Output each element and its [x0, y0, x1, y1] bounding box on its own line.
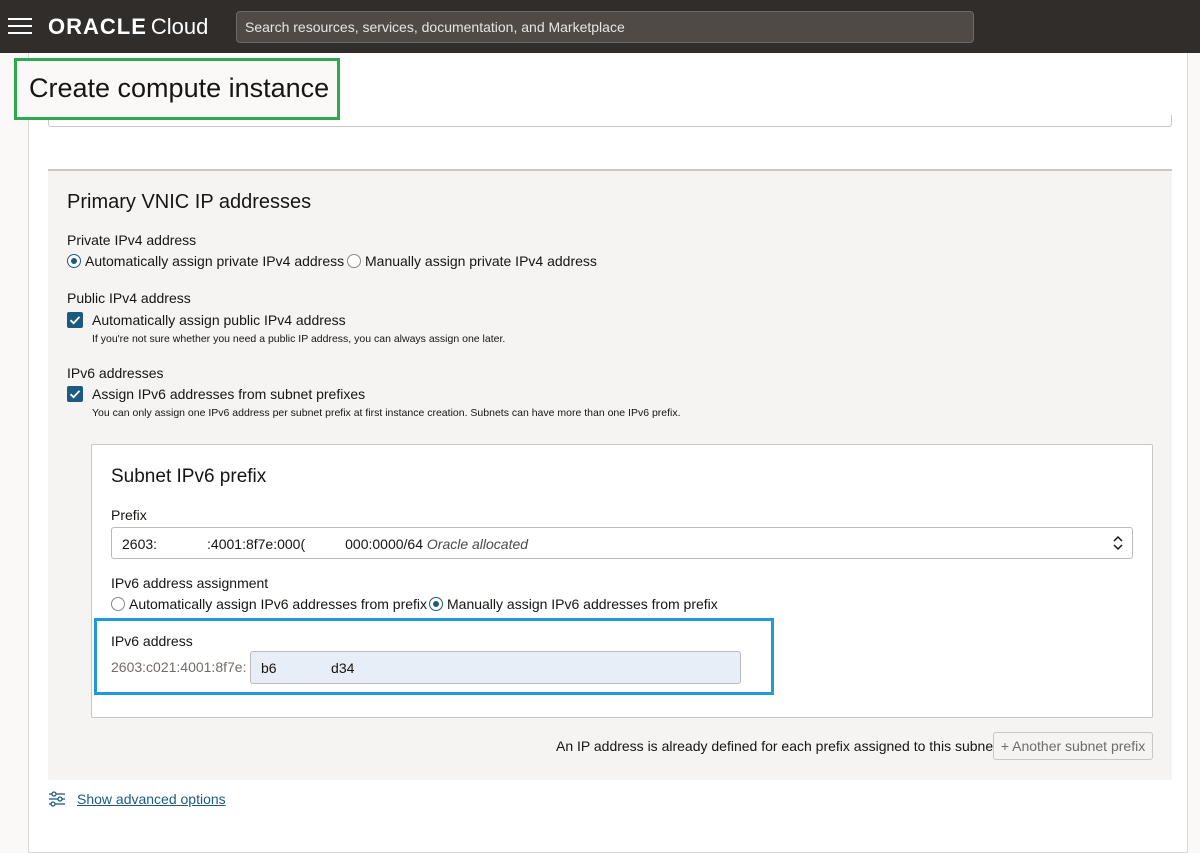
- ipv6-address-label: IPv6 address: [111, 633, 193, 649]
- brand-oracle-text: ORACLE: [48, 14, 147, 39]
- page-title: Create compute instance: [29, 73, 330, 103]
- private-ipv4-label: Private IPv4 address: [67, 232, 197, 248]
- ipv6-checkbox[interactable]: [67, 386, 83, 402]
- subnet-heading: Subnet IPv6 prefix: [111, 466, 267, 487]
- oracle-cloud-logo[interactable]: ORACLE Cloud: [48, 14, 208, 40]
- ipv6-address-input[interactable]: [250, 651, 741, 684]
- private-ipv4-auto-radio[interactable]: [67, 254, 81, 268]
- another-subnet-prefix-button[interactable]: + Another subnet prefix: [993, 732, 1153, 760]
- public-ipv4-label: Public IPv4 address: [67, 290, 191, 306]
- public-ipv4-checkbox[interactable]: [67, 312, 83, 328]
- checkmark-icon: [69, 316, 81, 325]
- ipv6-assignment-label: IPv6 address assignment: [111, 575, 269, 591]
- vnic-heading: Primary VNIC IP addresses: [67, 191, 312, 213]
- prefix-value: 2603: :4001:8f7e:000( 000:0000/64 Oracle a…: [122, 536, 528, 552]
- prefix-part-3: 000:0000/64: [345, 536, 423, 552]
- ipv6-assign-manual-label[interactable]: Manually assign IPv6 addresses from pref…: [447, 596, 718, 612]
- ipv6-help: You can only assign one IPv6 address per…: [92, 407, 681, 419]
- sliders-icon[interactable]: [48, 790, 66, 808]
- subnet-prefix-info: An IP address is already defined for eac…: [556, 738, 1001, 754]
- show-advanced-options-link[interactable]: Show advanced options: [77, 791, 226, 807]
- checkmark-icon: [69, 390, 81, 399]
- brand-cloud-text: Cloud: [150, 14, 209, 39]
- menu-icon[interactable]: [8, 18, 32, 36]
- public-ipv4-checkbox-label[interactable]: Automatically assign public IPv4 address: [92, 312, 346, 328]
- ipv6-assign-manual-radio[interactable]: [429, 597, 443, 611]
- ipv6-assign-auto-label[interactable]: Automatically assign IPv6 addresses from…: [129, 596, 427, 612]
- page-title-highlight: Create compute instance: [14, 58, 340, 120]
- private-ipv4-auto-label[interactable]: Automatically assign private IPv4 addres…: [85, 253, 344, 269]
- prefix-part-1: 2603:: [122, 536, 158, 552]
- prefix-select[interactable]: 2603: :4001:8f7e:000( 000:0000/64 Oracle a…: [111, 527, 1133, 559]
- ipv6-address-prefix: 2603:c021:4001:8f7e:: [111, 659, 247, 675]
- prefix-part-2: :4001:8f7e:000(: [207, 536, 306, 552]
- prefix-label: Prefix: [111, 507, 147, 523]
- ipv6-checkbox-label[interactable]: Assign IPv6 addresses from subnet prefix…: [92, 386, 365, 402]
- public-ipv4-help: If you're not sure whether you need a pu…: [92, 333, 506, 345]
- private-ipv4-manual-radio[interactable]: [347, 254, 361, 268]
- ipv6-assign-auto-radio[interactable]: [111, 597, 125, 611]
- chevron-updown-icon: [1113, 535, 1123, 551]
- prefix-allocated-note: Oracle allocated: [426, 536, 529, 552]
- private-ipv4-manual-label[interactable]: Manually assign private IPv4 address: [365, 253, 597, 269]
- top-navigation-bar: ORACLE Cloud: [0, 0, 1200, 53]
- ipv6-addresses-label: IPv6 addresses: [67, 365, 164, 381]
- global-search-input[interactable]: [236, 11, 974, 43]
